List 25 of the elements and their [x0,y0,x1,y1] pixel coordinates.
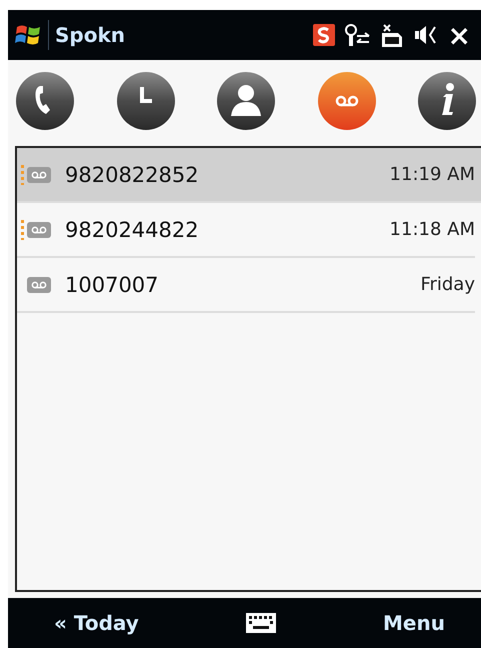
contact-tab[interactable] [217,72,275,130]
phone-number: 9820244822 [65,218,200,242]
voicemail-icon [27,222,51,238]
app-logo-icon [312,23,336,47]
message-row[interactable]: 9820822852 11:19 AM [17,148,481,203]
message-time: 11:18 AM [390,219,475,240]
message-time: Friday [420,274,475,295]
unread-marker [21,164,24,184]
phone-tab[interactable] [16,72,74,130]
message-row[interactable]: 1007007 Friday [17,258,475,313]
close-button[interactable]: × [444,18,475,52]
info-tab[interactable] [418,72,476,130]
phone-number: 1007007 [65,272,160,296]
phone-number: 9820822852 [65,162,200,186]
message-row[interactable]: 9820244822 11:18 AM [17,203,475,258]
clock-tab[interactable] [116,72,174,130]
voicemail-icon [27,166,51,182]
unread-marker [21,220,24,240]
keyboard-icon[interactable] [244,612,277,634]
message-time: 11:19 AM [390,164,475,185]
window-title: Spokn [55,23,125,47]
voicemail-icon [27,276,51,292]
today-soft-key[interactable]: « Today [48,607,145,639]
voicemail-tab[interactable] [318,72,376,130]
menu-soft-key[interactable]: Menu [377,607,451,639]
